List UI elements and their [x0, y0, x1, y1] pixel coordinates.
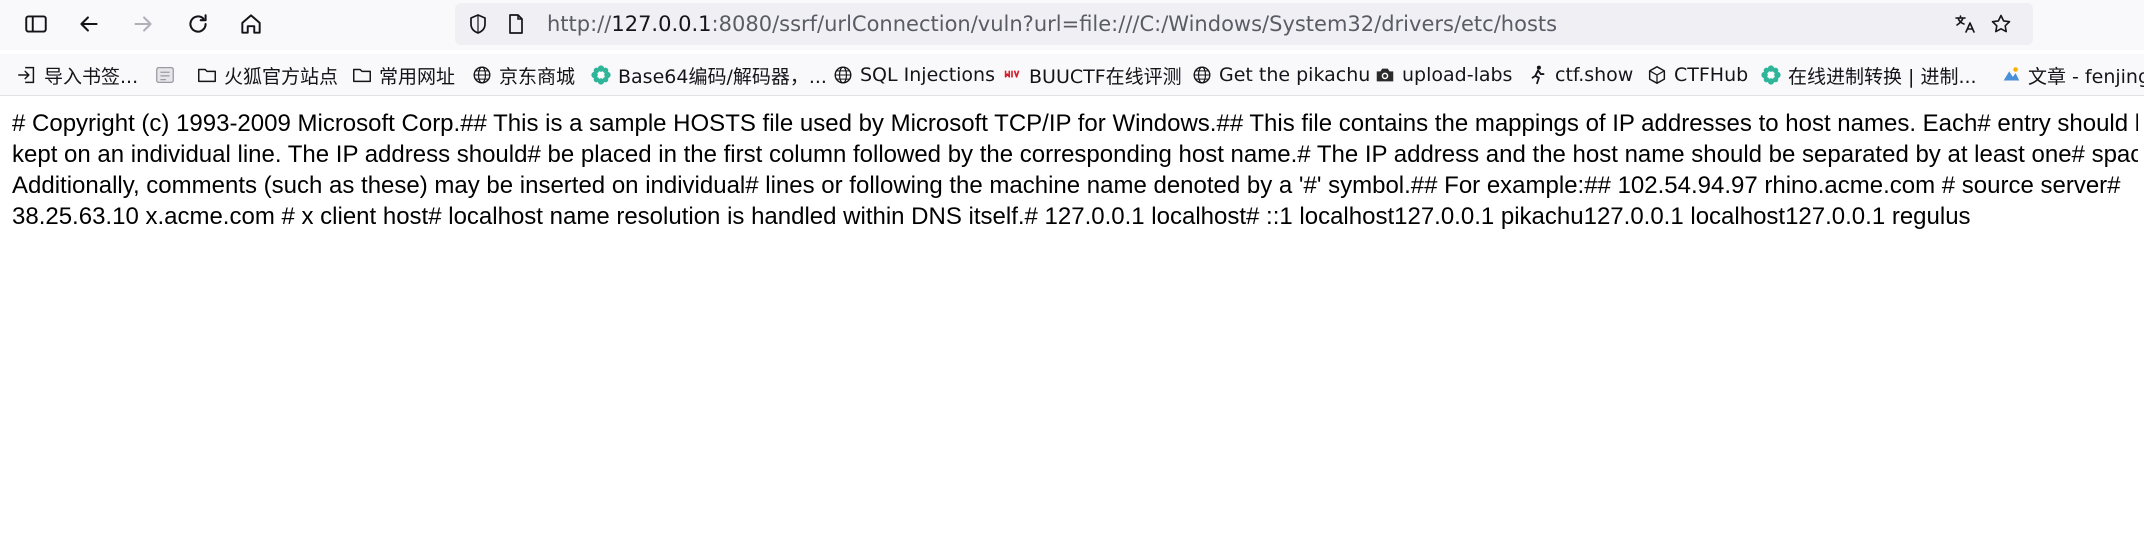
bookmarks-toolbar: 导入书签... 火狐官方站点 常用网址 京东商城 Base64编码/解码器，..… — [0, 54, 2144, 96]
bookmark-reader[interactable] — [154, 60, 182, 90]
bookmark-sql-injections[interactable]: SQL Injections — [832, 60, 995, 90]
bookmark-label: 常用网址 — [379, 65, 456, 88]
toolbar-divider — [0, 95, 2144, 96]
bookmark-label: Get the pikachu — [1219, 64, 1371, 86]
buuctf-icon — [1001, 64, 1023, 86]
bookmark-base-convert[interactable]: 在线进制转换 | 进制... — [1760, 60, 1977, 90]
hosts-file-text: # Copyright (c) 1993-2009 Microsoft Corp… — [12, 110, 2138, 230]
bookmark-pikachu[interactable]: Get the pikachu — [1191, 60, 1370, 90]
globe-icon — [1191, 64, 1213, 86]
cube-icon — [1646, 64, 1668, 86]
shield-icon[interactable] — [465, 11, 491, 37]
bookmark-label: 文章 - fenjing — [2028, 65, 2144, 88]
sidebar-toggle-icon[interactable] — [20, 8, 52, 40]
browser-toolbar: http://127.0.0.1:8080/ssrf/urlConnection… — [0, 0, 2144, 50]
url-path: :8080/ssrf/urlConnection/vuln?url=file:/… — [711, 12, 1558, 36]
runner-icon — [1527, 64, 1549, 86]
bookmark-label: SQL Injections — [860, 64, 995, 86]
bookmark-ctfhub[interactable]: CTFHub — [1646, 60, 1748, 90]
import-icon — [16, 64, 38, 86]
bookmark-jd[interactable]: 京东商城 — [471, 60, 575, 90]
gear-flower-icon — [1760, 64, 1782, 86]
url-text[interactable]: http://127.0.0.1:8080/ssrf/urlConnection… — [547, 12, 1557, 36]
forward-arrow-icon[interactable] — [127, 8, 159, 40]
camera-icon — [1374, 64, 1396, 86]
bookmark-label: BUUCTF在线评测 — [1029, 65, 1182, 88]
folder-icon — [351, 64, 373, 86]
bookmark-label: 导入书签... — [44, 65, 139, 88]
back-arrow-icon[interactable] — [73, 8, 105, 40]
bookmark-label: CTFHub — [1674, 64, 1749, 86]
globe-icon — [832, 64, 854, 86]
reader-icon — [154, 64, 176, 86]
bookmark-label: 在线进制转换 | 进制... — [1788, 65, 1977, 88]
home-icon[interactable] — [235, 8, 267, 40]
url-host: 127.0.0.1 — [611, 12, 712, 36]
bookmark-label: ctf.show — [1555, 64, 1634, 86]
bookmark-label: 京东商城 — [499, 65, 576, 88]
bookmark-ctfshow[interactable]: ctf.show — [1527, 60, 1633, 90]
translate-icon[interactable] — [1952, 11, 1978, 37]
bookmark-star-icon[interactable] — [1988, 11, 2014, 37]
bookmark-buuctf[interactable]: BUUCTF在线评测 — [1001, 60, 1182, 90]
bookmark-label: 火狐官方站点 — [224, 65, 339, 88]
globe-icon — [471, 64, 493, 86]
bookmark-firefox-sites[interactable]: 火狐官方站点 — [196, 60, 338, 90]
folder-icon — [196, 64, 218, 86]
bookmark-label: Base64编码/解码器，... — [618, 65, 827, 88]
bookmark-common-urls[interactable]: 常用网址 — [351, 60, 455, 90]
article-icon — [2000, 64, 2022, 86]
bookmark-base64[interactable]: Base64编码/解码器，... — [590, 60, 827, 90]
reload-icon[interactable] — [182, 8, 214, 40]
gear-flower-icon — [590, 64, 612, 86]
bookmark-upload-labs[interactable]: upload-labs — [1374, 60, 1512, 90]
url-prefix: http:// — [547, 12, 612, 36]
url-bar[interactable]: http://127.0.0.1:8080/ssrf/urlConnection… — [455, 3, 2033, 45]
bookmark-import[interactable]: 导入书签... — [16, 60, 138, 90]
bookmark-article[interactable]: 文章 - fenjing — [2000, 60, 2144, 90]
page-content: # Copyright (c) 1993-2009 Microsoft Corp… — [12, 108, 2138, 238]
page-info-icon[interactable] — [503, 11, 529, 37]
bookmark-label: upload-labs — [1402, 64, 1513, 86]
